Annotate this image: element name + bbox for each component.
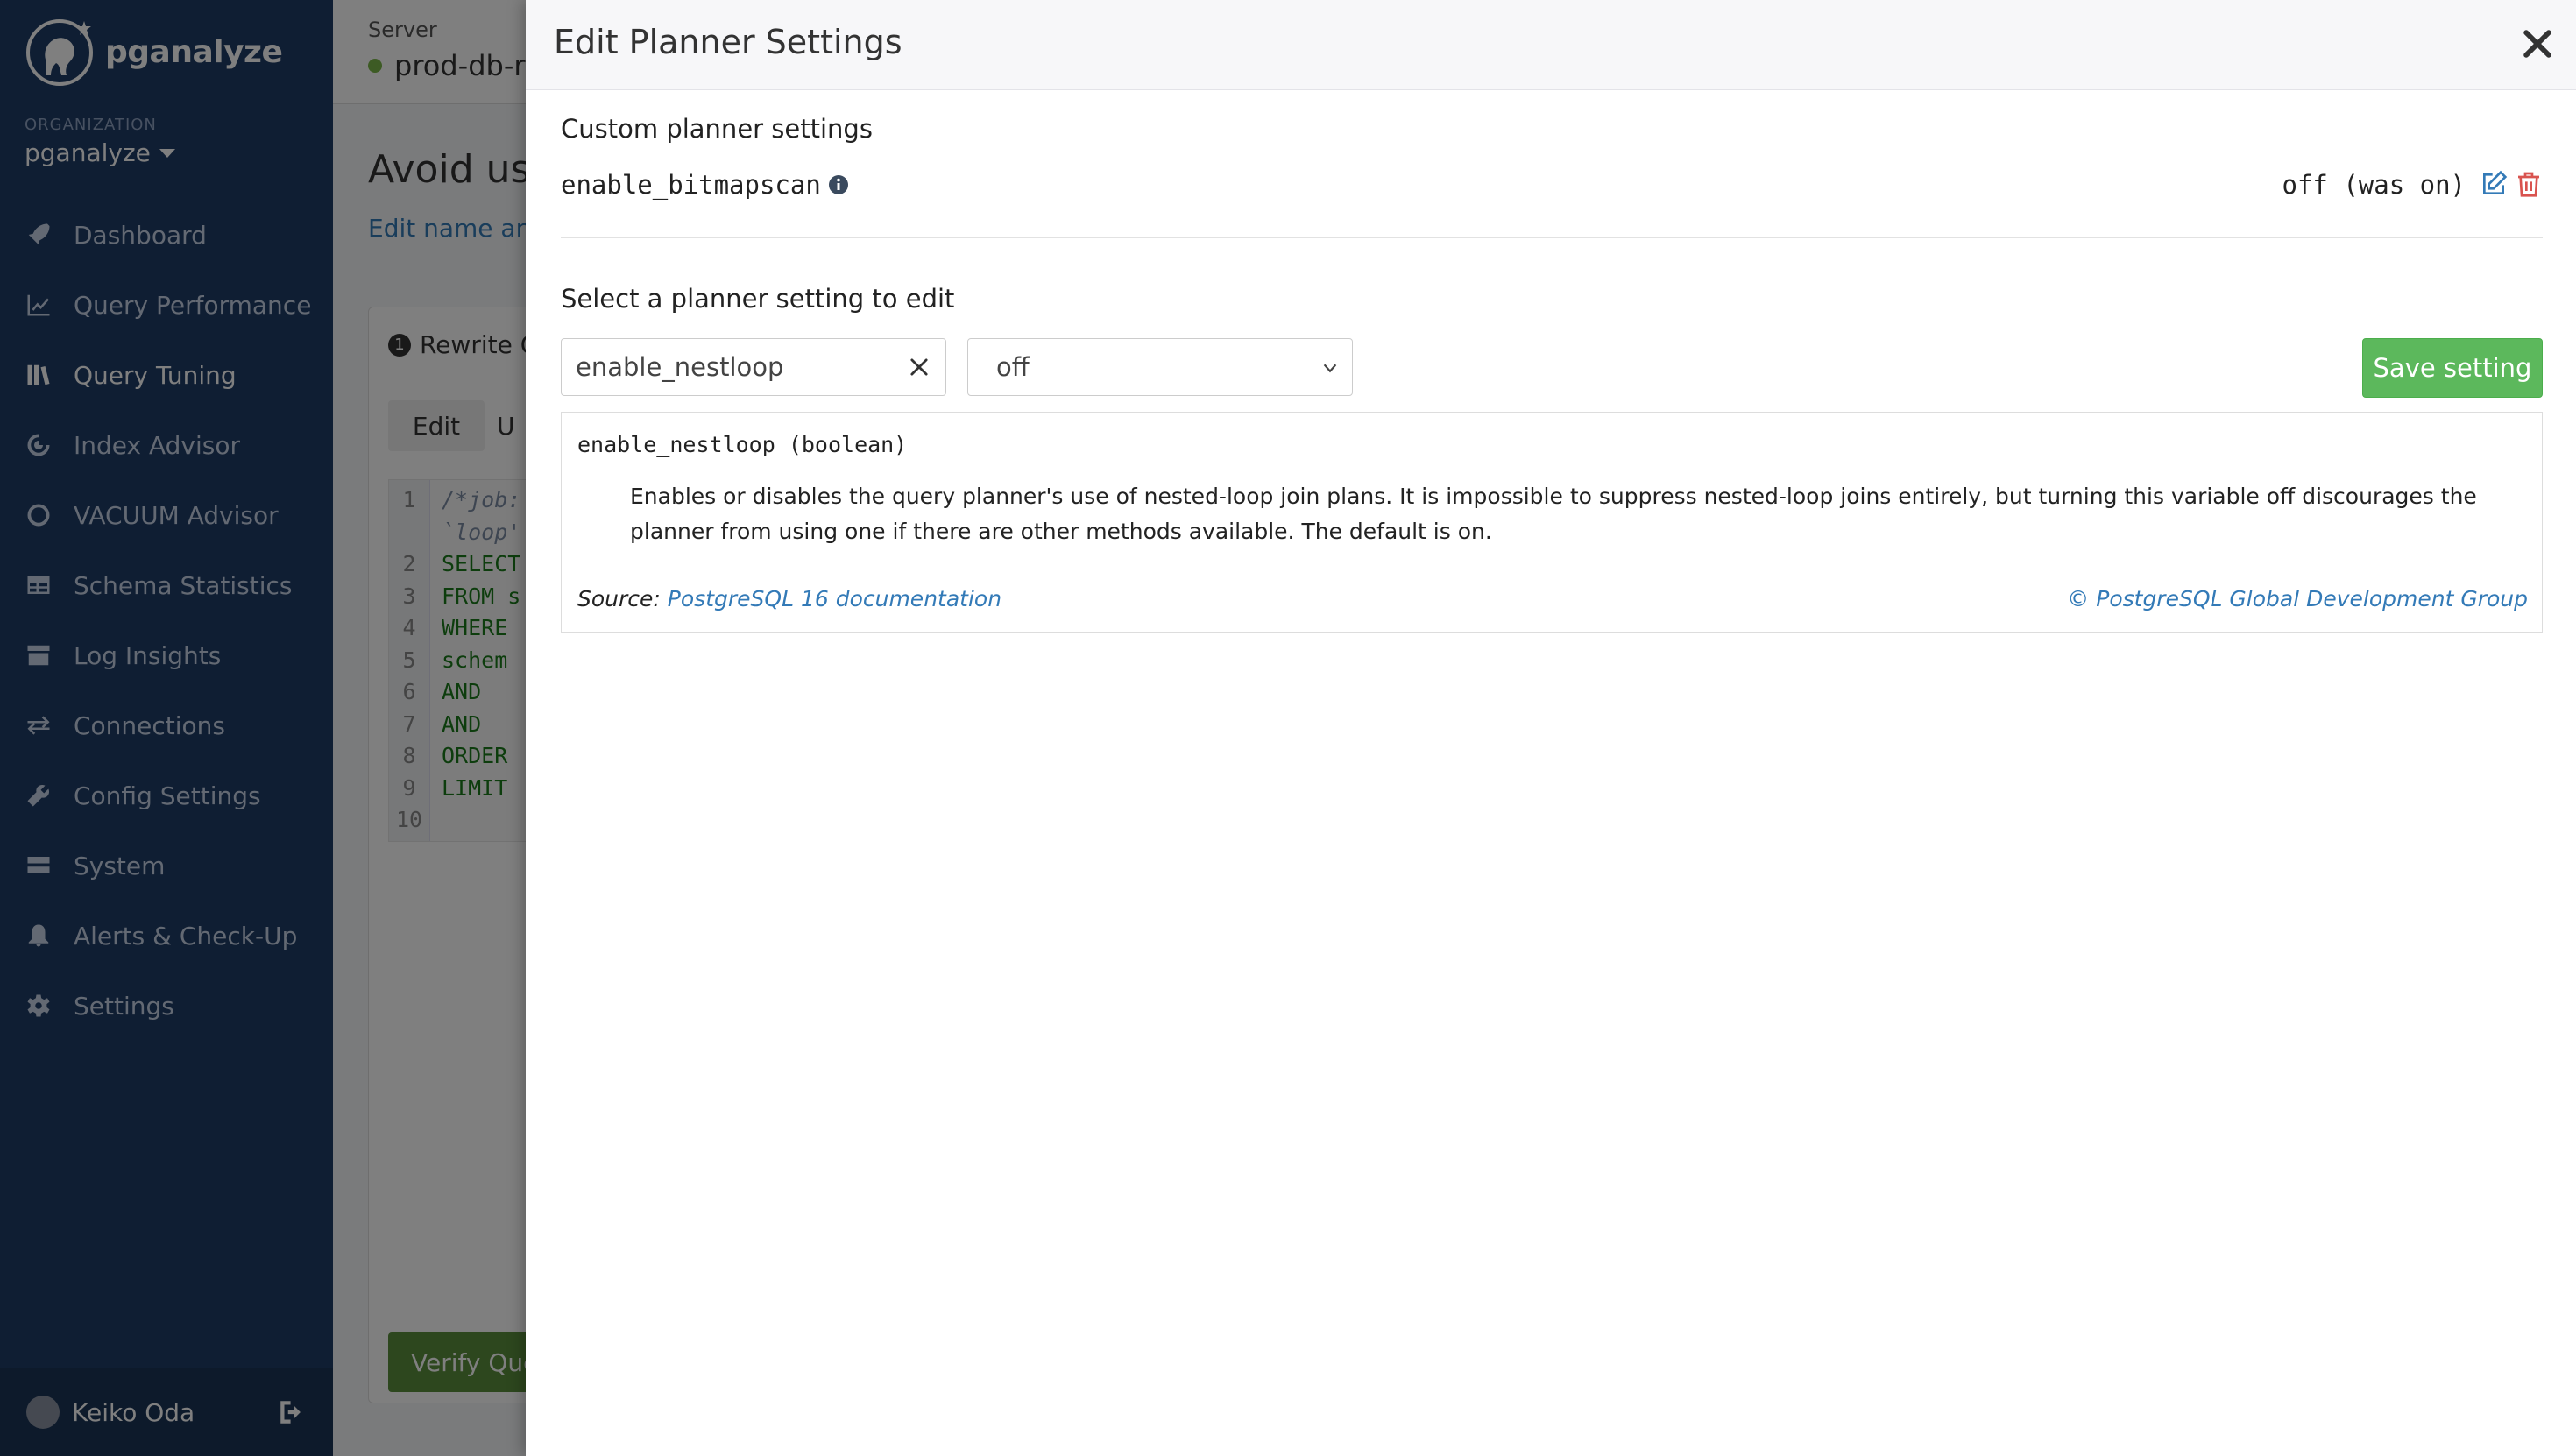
trash-icon[interactable] bbox=[2515, 170, 2543, 198]
info-icon[interactable] bbox=[828, 174, 849, 195]
doc-copyright-link[interactable]: © PostgreSQL Global Development Group bbox=[2067, 586, 2528, 611]
select-value: off bbox=[996, 352, 1030, 382]
custom-setting-name: enable_bitmapscan bbox=[561, 170, 849, 200]
edit-planner-settings-modal: Edit Planner Settings Custom planner set… bbox=[526, 0, 2576, 1456]
doc-source-link[interactable]: PostgreSQL 16 documentation bbox=[668, 586, 1001, 611]
divider bbox=[561, 237, 2543, 238]
doc-heading: enable_nestloop (boolean) bbox=[577, 432, 908, 457]
setting-name-text: enable_bitmapscan bbox=[561, 170, 821, 200]
clear-icon[interactable] bbox=[907, 355, 931, 379]
custom-setting-value: off (was on) bbox=[2282, 170, 2466, 200]
modal-title: Edit Planner Settings bbox=[554, 23, 902, 61]
save-setting-button[interactable]: Save setting bbox=[2362, 338, 2543, 398]
doc-source: Source: PostgreSQL 16 documentation bbox=[577, 586, 1001, 611]
close-icon[interactable] bbox=[2518, 25, 2557, 63]
search-value: enable_nestloop bbox=[576, 352, 784, 382]
select-setting-title: Select a planner setting to edit bbox=[561, 284, 955, 314]
setting-value-select[interactable]: off bbox=[967, 338, 1353, 396]
doc-body: Enables or disables the query planner's … bbox=[630, 484, 2477, 544]
chevron-down-icon bbox=[1323, 364, 1337, 373]
setting-search-input[interactable]: enable_nestloop bbox=[561, 338, 946, 396]
modal-header: Edit Planner Settings bbox=[526, 0, 2576, 90]
modal-backdrop[interactable] bbox=[0, 0, 526, 1456]
setting-documentation: enable_nestloop (boolean) Enables or dis… bbox=[561, 412, 2543, 633]
custom-settings-title: Custom planner settings bbox=[561, 114, 873, 144]
edit-icon[interactable] bbox=[2480, 170, 2508, 198]
doc-source-label: Source: bbox=[577, 586, 661, 611]
